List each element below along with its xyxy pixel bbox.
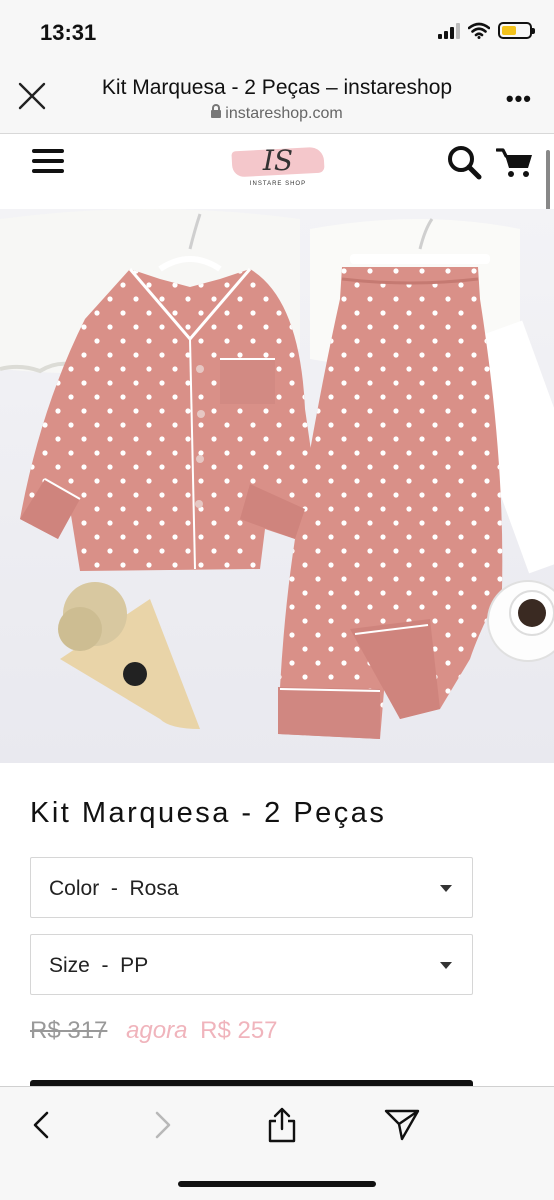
logo-text: INSTARE SHOP [249,181,307,187]
more-icon[interactable]: ••• [506,86,532,112]
send-icon[interactable] [382,1105,422,1145]
hamburger-icon[interactable] [32,149,64,173]
price-row: R$ 317 agora R$ 257 [30,1017,278,1045]
cart-icon[interactable] [496,147,534,179]
browser-bar: Kit Marquesa - 2 Peças – instareshop ins… [0,64,554,134]
color-select-value: Color - Rosa [49,877,179,900]
cellular-signal-icon [438,22,460,39]
chevron-right-icon[interactable] [142,1105,182,1145]
color-select[interactable]: Color - Rosa [30,857,473,918]
product-image[interactable] [0,209,554,763]
status-icons [438,22,535,39]
wifi-icon [468,22,490,39]
chevron-left-icon[interactable] [22,1105,62,1145]
lock-icon [211,104,222,118]
status-bar: 13:31 [0,0,554,64]
product-title: Kit Marquesa - 2 Peças [30,797,387,829]
domain-text: instareshop.com [225,105,343,122]
now-label: agora [126,1017,188,1044]
browser-domain[interactable]: instareshop.com [0,104,554,123]
search-icon[interactable] [446,145,482,181]
logo-mark: IS [262,144,294,177]
battery-icon [498,22,535,39]
browser-page-title: Kit Marquesa - 2 Peças – instareshop [101,76,453,99]
old-price: R$ 317 [30,1017,108,1044]
home-indicator [178,1181,376,1187]
site-logo[interactable]: IS INSTARE SHOP [231,143,325,191]
site-header: IS INSTARE SHOP [0,135,554,209]
share-icon[interactable] [262,1105,302,1145]
size-select-value: Size - PP [49,954,149,977]
size-select[interactable]: Size - PP [30,934,473,995]
status-time: 13:31 [40,20,97,45]
new-price: R$ 257 [200,1017,278,1044]
dropdown-arrow-icon [440,885,452,892]
dropdown-arrow-icon [440,962,452,969]
